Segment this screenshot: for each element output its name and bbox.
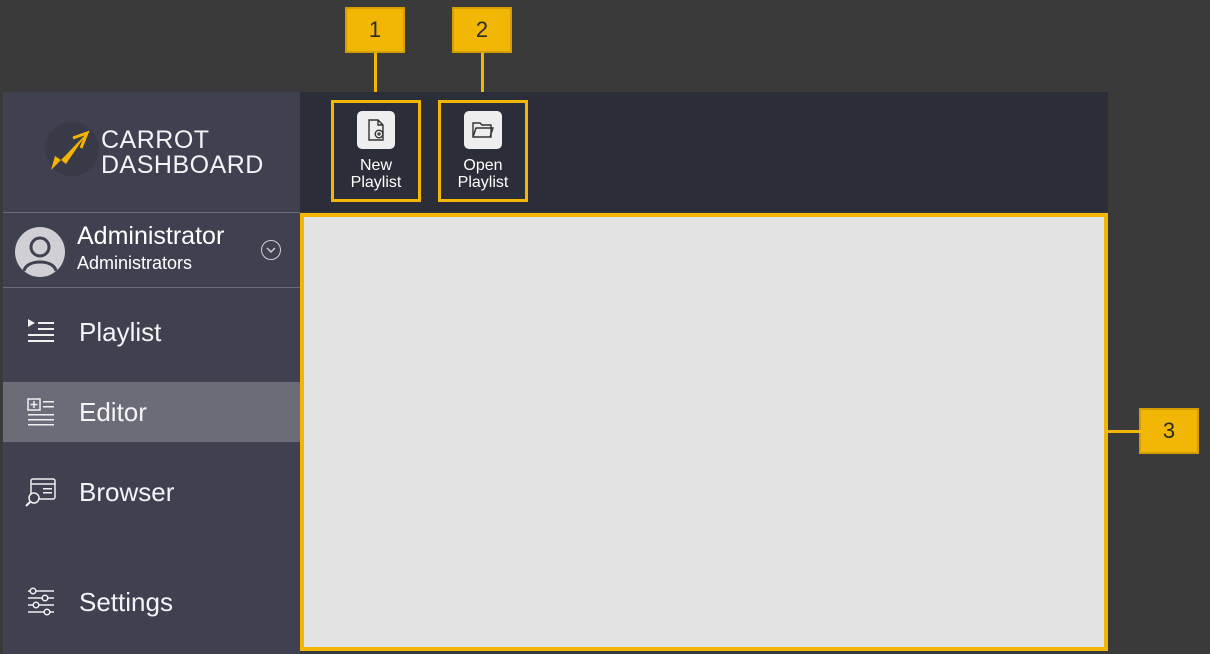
logo-line-1: CARROT [101, 126, 210, 154]
callout-3-connector [1105, 430, 1141, 433]
open-playlist-label-line-1: Open [463, 157, 503, 174]
new-playlist-button[interactable]: New Playlist [331, 100, 421, 202]
nav-label-settings: Settings [79, 586, 173, 617]
new-playlist-label-line-2: Playlist [350, 174, 402, 191]
new-file-icon [368, 119, 384, 141]
app-window: CARROT DASHBOARD Administrator Administr… [3, 92, 1108, 654]
new-playlist-icon-box [357, 111, 395, 149]
open-playlist-button[interactable]: Open Playlist [438, 100, 528, 202]
nav-item-playlist[interactable]: Playlist [3, 302, 300, 362]
nav-item-browser[interactable]: Browser [3, 462, 300, 522]
new-playlist-label-line-1: New [359, 157, 392, 174]
carrot-logo-icon [45, 122, 99, 176]
nav-label-browser: Browser [79, 476, 175, 507]
settings-icon [28, 587, 54, 616]
editor-content-area[interactable] [300, 213, 1108, 651]
user-icon [22, 236, 58, 272]
nav-item-settings[interactable]: Settings [3, 572, 300, 632]
nav-label-playlist: Playlist [79, 316, 162, 347]
nav-item-editor[interactable]: Editor [3, 382, 300, 442]
open-playlist-label: Open Playlist [441, 157, 525, 191]
editor-icon [27, 398, 54, 426]
logo-line-2: DASHBOARD [101, 151, 264, 179]
logo-text: CARROT DASHBOARD [101, 128, 264, 178]
avatar [15, 227, 65, 277]
playlist-icon [28, 319, 54, 342]
chevron-down-icon [266, 247, 276, 254]
logo-area: CARROT DASHBOARD [3, 92, 300, 213]
folder-icon [472, 122, 494, 138]
callout-3: 3 [1139, 408, 1199, 454]
sidebar: CARROT DASHBOARD Administrator Administr… [3, 92, 300, 654]
callout-2: 2 [452, 7, 512, 53]
browser-icon [25, 478, 56, 507]
open-playlist-icon-box [464, 111, 502, 149]
user-name: Administrator [77, 222, 225, 250]
toolbar: New Playlist Open Playlist [300, 92, 1108, 212]
user-group: Administrators [77, 253, 193, 273]
new-playlist-label: New Playlist [334, 157, 418, 191]
open-playlist-label-line-2: Playlist [457, 174, 509, 191]
user-profile[interactable]: Administrator Administrators [3, 213, 300, 288]
user-menu-toggle[interactable] [261, 240, 281, 260]
callout-1: 1 [345, 7, 405, 53]
nav-label-editor: Editor [79, 396, 147, 427]
